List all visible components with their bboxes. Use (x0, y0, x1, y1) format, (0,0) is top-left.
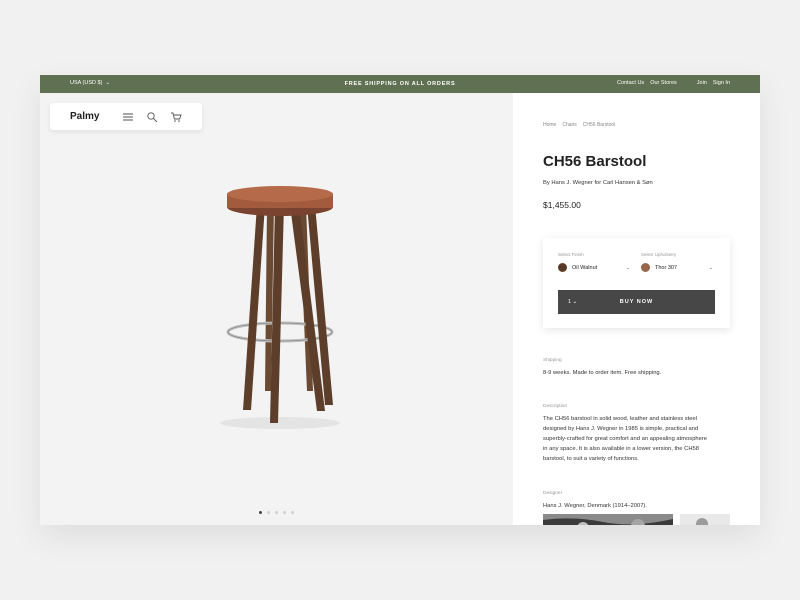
finish-select[interactable]: Select Finish Oil Walnut ⌄ (558, 252, 630, 272)
purchase-box: Select Finish Oil Walnut ⌄ Select Uphols… (543, 238, 730, 328)
menu-icon[interactable] (122, 110, 134, 122)
description-line: barstool, to suit a variety of functions… (543, 456, 639, 462)
carousel-dots (259, 511, 294, 514)
carousel-dot[interactable] (275, 511, 278, 514)
top-bar: USA (USD $) ⌄ FREE SHIPPING ON ALL ORDER… (40, 75, 760, 93)
finish-value: Oil Walnut (572, 264, 598, 271)
designer-photo (543, 514, 673, 525)
product-byline: By Hans J. Wegner for Carl Hansen & Søn (543, 180, 653, 186)
product-gallery: Palmy (40, 93, 513, 525)
contact-us-link[interactable]: Contact Us (617, 80, 644, 86)
designer-text: Hans J. Wegner, Denmark (1914–2007). (543, 503, 647, 509)
sign-in-link[interactable]: Sign In (713, 80, 730, 86)
product-title: CH56 Barstool (543, 153, 647, 170)
designer-photo-secondary (680, 514, 730, 525)
description-line: The CH56 barstool in solid wood, leather… (543, 416, 698, 422)
carousel-dot[interactable] (283, 511, 286, 514)
carousel-dot[interactable] (291, 511, 294, 514)
join-link[interactable]: Join (697, 80, 707, 86)
breadcrumb-chairs[interactable]: Chairs (562, 122, 576, 128)
upholstery-swatch (641, 263, 650, 272)
carousel-dot[interactable] (259, 511, 262, 514)
chevron-down-icon: ⌄ (625, 265, 630, 271)
buy-now-button[interactable]: 1 ⌄ BUY NOW (558, 290, 715, 314)
top-links: Contact Us Our Stores Join Sign In (617, 80, 730, 86)
carousel-dot[interactable] (267, 511, 270, 514)
cart-icon[interactable] (170, 110, 182, 122)
chevron-down-icon: ⌄ (708, 265, 713, 271)
product-details: Home Chairs CH56 Barstool CH56 Barstool … (513, 93, 760, 525)
breadcrumb-current: CH56 Barstool (582, 122, 616, 128)
breadcrumb: Home Chairs CH56 Barstool (543, 122, 615, 128)
upholstery-label: Select Upholstery (641, 252, 677, 257)
finish-swatch (558, 263, 567, 272)
description-line: in any space. It is also available in a … (543, 446, 699, 452)
our-stores-link[interactable]: Our Stores (650, 80, 677, 86)
description-line: designed by Hans J. Wegner in 1985 is si… (543, 426, 699, 432)
breadcrumb-home[interactable]: Home (543, 122, 556, 128)
description-line: superbly-crafted for great comfort and a… (543, 436, 708, 442)
designer-label: Designer (543, 491, 563, 496)
nav-card: Palmy (50, 103, 202, 130)
product-price: $1,455.00 (543, 200, 581, 210)
upholstery-select[interactable]: Select Upholstery Thor 307 ⌄ (641, 252, 713, 272)
logo[interactable]: Palmy (70, 111, 99, 122)
description-text: The CH56 barstool in solid wood, leather… (543, 414, 723, 464)
finish-label: Select Finish (558, 252, 584, 257)
description-label: Description (543, 404, 567, 409)
upholstery-value: Thor 307 (655, 264, 678, 271)
search-icon[interactable] (146, 110, 158, 123)
shipping-label: Shipping (543, 358, 562, 363)
page-frame: USA (USD $) ⌄ FREE SHIPPING ON ALL ORDER… (40, 75, 760, 525)
buy-now-label: BUY NOW (619, 299, 654, 305)
shipping-text: 8-9 weeks. Made to order item. Free ship… (543, 370, 662, 376)
barstool-image (220, 186, 340, 429)
